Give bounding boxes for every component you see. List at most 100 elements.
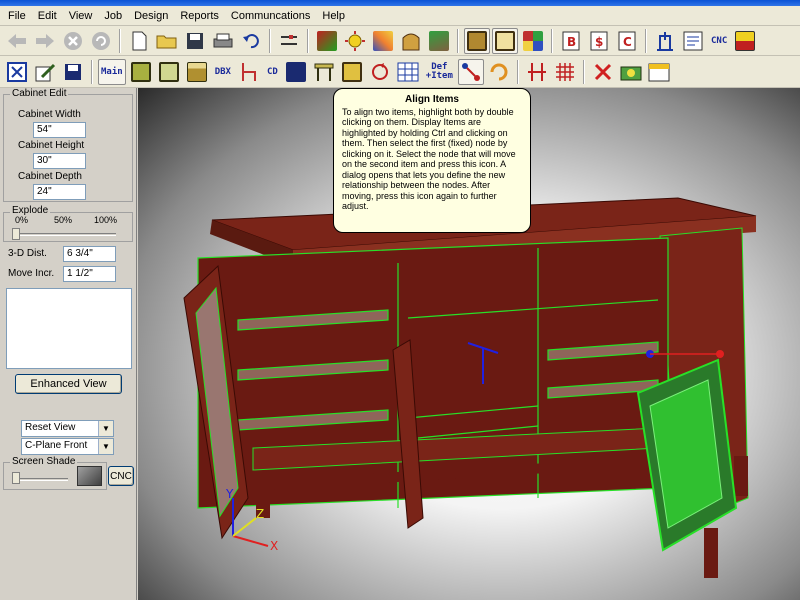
- light-icon[interactable]: [342, 28, 368, 54]
- cabinet-height-field[interactable]: 30": [33, 153, 86, 169]
- back-arrow-icon[interactable]: [4, 28, 30, 54]
- reset-view-value: Reset View: [25, 422, 76, 433]
- color-grid-icon[interactable]: [520, 28, 546, 54]
- open-folder-icon[interactable]: [154, 28, 180, 54]
- align-items-tooltip: Align Items To align two items, highligh…: [333, 88, 531, 233]
- edit-pencil-icon[interactable]: [32, 59, 58, 85]
- paint-brush-icon[interactable]: [314, 28, 340, 54]
- item-list[interactable]: [6, 288, 132, 369]
- cabinet-depth-label: Cabinet Depth: [18, 171, 82, 182]
- grid-view-icon[interactable]: [395, 59, 421, 85]
- cd-button[interactable]: CD: [264, 59, 281, 85]
- move-label: Move Incr.: [8, 268, 55, 279]
- align-settings-icon[interactable]: [276, 28, 302, 54]
- menu-view[interactable]: View: [63, 10, 99, 22]
- tooltip-body: To align two items, highlight both by do…: [342, 106, 516, 212]
- save-design-icon[interactable]: [60, 59, 86, 85]
- svg-text:$: $: [595, 35, 603, 49]
- toolbar-separator: [516, 59, 519, 84]
- cnc-button[interactable]: CNC: [708, 28, 730, 54]
- forward-arrow-icon[interactable]: [32, 28, 58, 54]
- item-label: +Item: [425, 70, 453, 81]
- move-field[interactable]: 1 1/2": [63, 266, 116, 282]
- dimension-icon[interactable]: [524, 59, 550, 85]
- refresh-icon[interactable]: [88, 28, 114, 54]
- dist-field[interactable]: 6 3/4": [63, 246, 116, 262]
- cabinet-width-field[interactable]: 54": [33, 122, 86, 138]
- tooltip-title: Align Items: [405, 94, 459, 105]
- rotate-cabinet-icon[interactable]: [486, 59, 512, 85]
- grid-icon[interactable]: [552, 59, 578, 85]
- explode-tick-100: 100%: [94, 215, 118, 225]
- toolbar-separator: [551, 28, 553, 53]
- menu-communications[interactable]: Communcations: [225, 10, 316, 22]
- cabinet-leg: [734, 456, 748, 496]
- texture-icon[interactable]: [370, 28, 396, 54]
- cabinet-edit-panel: Cabinet Edit Cabinet Width 54" Cabinet H…: [0, 88, 137, 600]
- report-c-icon[interactable]: C: [614, 28, 640, 54]
- toolbar-separator: [582, 59, 585, 84]
- cabinet-door-icon[interactable]: [339, 59, 365, 85]
- toolbar-separator: [91, 59, 93, 84]
- cabinet-depth-field[interactable]: 24": [33, 184, 86, 200]
- axis-y-label: Y: [225, 487, 234, 501]
- dist-label: 3-D Dist.: [8, 248, 47, 259]
- menu-job[interactable]: Job: [98, 10, 128, 22]
- explode-tick-0: 0%: [15, 215, 29, 225]
- base-cabinet-icon[interactable]: [128, 59, 154, 85]
- cabinet-list-icon[interactable]: [492, 27, 518, 54]
- stop-icon[interactable]: [60, 28, 86, 54]
- edit-cabinet-icon[interactable]: [4, 59, 30, 85]
- delete-icon[interactable]: [590, 59, 616, 85]
- menu-design[interactable]: Design: [128, 10, 174, 22]
- print-icon[interactable]: [210, 28, 236, 54]
- align-items-icon[interactable]: [457, 58, 484, 85]
- cabinet-edit-title: Cabinet Edit: [10, 88, 69, 99]
- report-b-icon[interactable]: B: [558, 28, 584, 54]
- def-item-button[interactable]: Def +Item: [423, 59, 456, 85]
- chevron-down-icon[interactable]: ▼: [98, 439, 113, 454]
- chevron-down-icon[interactable]: ▼: [98, 421, 113, 436]
- calendar-icon[interactable]: [646, 59, 672, 85]
- shade-slider-thumb[interactable]: [12, 472, 20, 484]
- shade-swatch[interactable]: [77, 466, 102, 486]
- menu-help[interactable]: Help: [316, 10, 351, 22]
- toolbar-separator: [645, 28, 647, 53]
- menu-reports[interactable]: Reports: [174, 10, 225, 22]
- door-arch-icon[interactable]: [398, 28, 424, 54]
- save-icon[interactable]: [182, 28, 208, 54]
- svg-text:C: C: [623, 35, 632, 49]
- explode-slider-track[interactable]: [12, 233, 116, 236]
- svg-text:B: B: [567, 35, 576, 49]
- explode-slider-thumb[interactable]: [12, 228, 20, 240]
- main-toolbar: B $ C CNC: [0, 26, 800, 56]
- rotate-icon[interactable]: [367, 59, 393, 85]
- undo-icon[interactable]: [238, 28, 264, 54]
- panel-icon[interactable]: [426, 28, 452, 54]
- reset-view-select[interactable]: Reset View ▼: [21, 420, 114, 437]
- layout-icon[interactable]: [732, 28, 758, 54]
- explode-tick-50: 50%: [54, 215, 73, 225]
- main-button[interactable]: Main: [98, 58, 126, 85]
- cnc-output-icon[interactable]: [680, 28, 706, 54]
- report-cost-icon[interactable]: $: [586, 28, 612, 54]
- counter-icon[interactable]: [184, 59, 210, 85]
- chair-icon[interactable]: [236, 59, 262, 85]
- cabinet-view-icon[interactable]: [464, 27, 490, 54]
- cnc-side-button[interactable]: CNC: [108, 466, 134, 486]
- shade-slider-track[interactable]: [12, 478, 68, 481]
- camera-icon[interactable]: [618, 59, 644, 85]
- toolbar-separator: [457, 28, 459, 53]
- wall-cabinet-icon[interactable]: [156, 59, 182, 85]
- new-file-icon[interactable]: [126, 28, 152, 54]
- dbx-button[interactable]: DBX: [212, 59, 234, 85]
- enhanced-view-button[interactable]: Enhanced View: [15, 374, 122, 394]
- menu-file[interactable]: File: [2, 10, 32, 22]
- table-icon[interactable]: [311, 59, 337, 85]
- machine-icon[interactable]: [652, 28, 678, 54]
- cplane-select[interactable]: C-Plane Front ▼: [21, 438, 114, 455]
- alpha-icon[interactable]: [283, 59, 309, 85]
- menu-edit[interactable]: Edit: [32, 10, 63, 22]
- right-door-leg: [704, 528, 718, 578]
- design-toolbar: Main DBX CD Def +Item: [0, 56, 800, 88]
